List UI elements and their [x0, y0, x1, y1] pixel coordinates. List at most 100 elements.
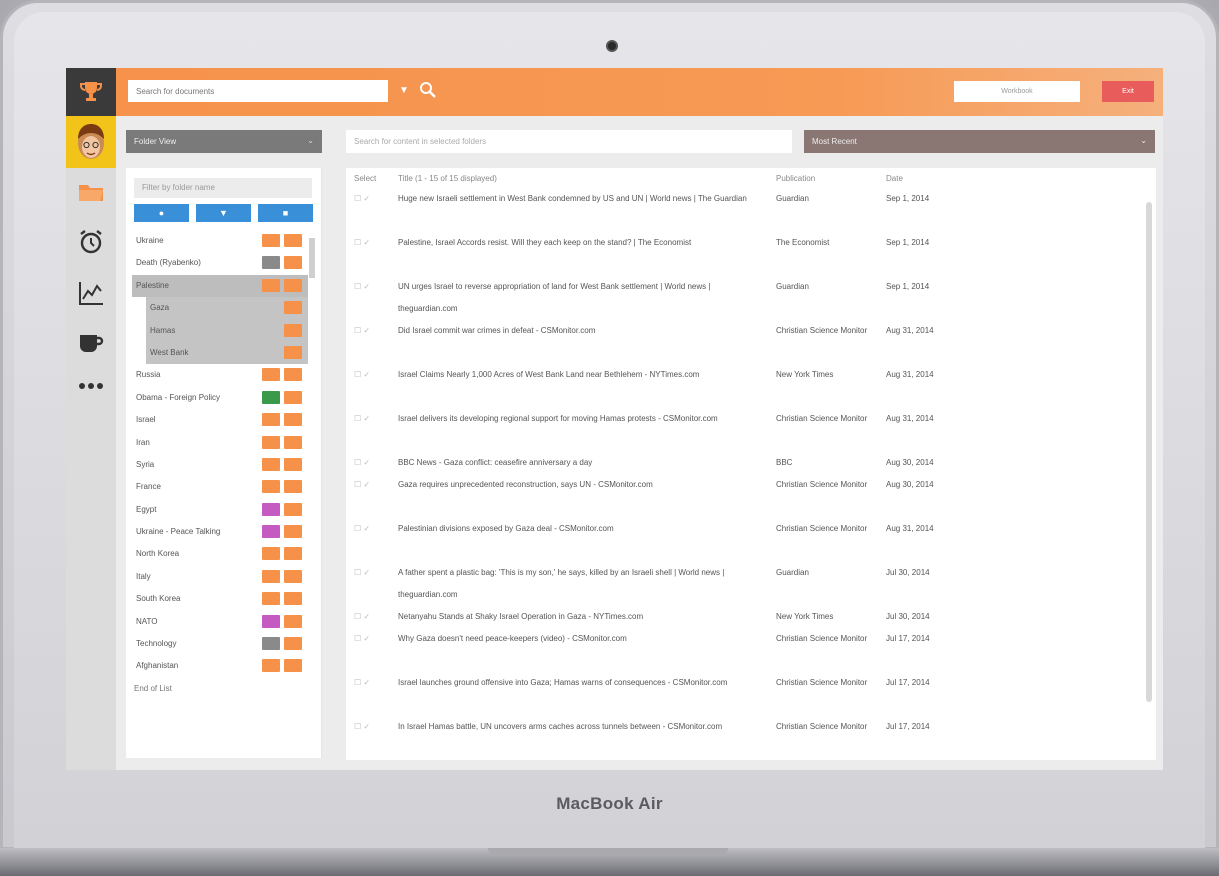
folder-item[interactable]: Egypt [132, 499, 308, 521]
row-select-checkbox[interactable]: ☐ ✓ [354, 188, 370, 210]
folder-item[interactable]: Obama - Foreign Policy [132, 387, 308, 409]
row-select-checkbox[interactable]: ☐ ✓ [354, 232, 370, 254]
table-row[interactable]: ☐ ✓ UN urges Israel to reverse appropriat… [346, 276, 1136, 320]
folder-tag-badge[interactable] [262, 614, 280, 628]
row-title[interactable]: Netanyahu Stands at Shaky Israel Operati… [398, 606, 770, 628]
table-row[interactable]: ☐ ✓ Israel launches ground offensive into… [346, 672, 1136, 716]
table-row[interactable]: ☐ ✓ BBC News - Gaza conflict: ceasefire a… [346, 452, 1136, 474]
folder-item[interactable]: Syria [132, 454, 308, 476]
row-title[interactable]: Israel launches ground offensive into Ga… [398, 672, 770, 694]
row-select-checkbox[interactable]: ☐ ✓ [354, 320, 370, 342]
folder-action-badge[interactable] [284, 659, 302, 673]
table-row[interactable]: ☐ ✓ Netanyahu Stands at Shaky Israel Oper… [346, 606, 1136, 628]
folder-action-badge[interactable] [284, 301, 302, 315]
folder-action-badge[interactable] [284, 569, 302, 583]
row-title[interactable]: BBC News - Gaza conflict: ceasefire anni… [398, 452, 770, 474]
folder-icon[interactable] [77, 178, 105, 206]
folder-item[interactable]: Afghanistan [132, 655, 308, 677]
folder-tag-badge[interactable] [262, 413, 280, 427]
row-select-checkbox[interactable]: ☐ ✓ [354, 408, 370, 430]
alarm-clock-icon[interactable] [77, 228, 105, 256]
document-scrollbar[interactable] [1144, 188, 1154, 748]
row-select-checkbox[interactable]: ☐ ✓ [354, 716, 370, 738]
folder-action-badge[interactable] [284, 234, 302, 247]
view-select[interactable]: Folder View ⌄ [126, 130, 322, 153]
row-select-checkbox[interactable]: ☐ ✓ [354, 452, 370, 474]
folder-item[interactable]: Israel [132, 409, 308, 431]
table-row[interactable]: ☐ ✓ Palestinian divisions exposed by Gaza… [346, 518, 1136, 562]
folder-item[interactable]: Ukraine - Peace Talking [132, 521, 308, 543]
folder-tag-badge[interactable] [262, 390, 280, 404]
folder-action-badge[interactable] [284, 547, 302, 561]
filter-folder-button[interactable]: ▼ [196, 204, 251, 222]
folder-tag-badge[interactable] [262, 659, 280, 673]
exit-button[interactable]: Exit [1102, 81, 1154, 102]
folder-action-badge[interactable] [284, 614, 302, 628]
folder-item[interactable]: Italy [132, 566, 308, 588]
row-title[interactable]: Israel Claims Nearly 1,000 Acres of West… [398, 364, 770, 386]
trophy-icon[interactable] [66, 68, 116, 116]
table-row[interactable]: ☐ ✓ Huge new Israeli settlement in West B… [346, 188, 1136, 232]
table-row[interactable]: ☐ ✓ A father spent a plastic bag: 'This i… [346, 562, 1136, 606]
column-title[interactable]: Title (1 - 15 of 15 displayed) [398, 174, 497, 183]
folder-item[interactable]: NATO [132, 611, 308, 633]
folder-filter-input[interactable]: Filter by folder name [134, 178, 312, 198]
row-title[interactable]: Why Gaza doesn't need peace-keepers (vid… [398, 628, 770, 650]
folder-action-badge[interactable] [284, 413, 302, 427]
row-select-checkbox[interactable]: ☐ ✓ [354, 364, 370, 386]
table-row[interactable]: ☐ ✓ Israel Claims Nearly 1,000 Acres of W… [346, 364, 1136, 408]
sort-select[interactable]: Most Recent ⌄ [804, 130, 1155, 153]
column-select[interactable]: Select [354, 174, 376, 183]
folder-item[interactable]: Iran [132, 432, 308, 454]
folder-action-badge[interactable] [284, 457, 302, 471]
folder-item[interactable]: South Korea [132, 588, 308, 610]
add-folder-button[interactable]: ● [134, 204, 189, 222]
row-title[interactable]: Gaza requires unprecedented reconstructi… [398, 474, 770, 496]
folder-action-badge[interactable] [284, 368, 302, 382]
folder-tag-badge[interactable] [262, 234, 280, 247]
row-title[interactable]: UN urges Israel to reverse appropriation… [398, 276, 770, 320]
folder-action-badge[interactable] [284, 637, 302, 651]
folder-tag-badge[interactable] [262, 569, 280, 583]
folder-action-badge[interactable] [284, 435, 302, 449]
folder-tag-badge[interactable] [262, 592, 280, 606]
folder-item[interactable]: Technology [132, 633, 308, 655]
folder-item[interactable]: Russia [132, 364, 308, 386]
row-select-checkbox[interactable]: ☐ ✓ [354, 518, 370, 540]
folder-action-badge[interactable] [284, 390, 302, 404]
folder-action-badge[interactable] [284, 502, 302, 516]
row-title[interactable]: A father spent a plastic bag: 'This is m… [398, 562, 770, 606]
coffee-icon[interactable] [77, 328, 105, 356]
more-icon[interactable] [77, 372, 105, 400]
delete-folder-button[interactable]: ■ [258, 204, 313, 222]
caret-down-icon[interactable]: ▼ [399, 85, 409, 96]
table-row[interactable]: ☐ ✓ Israel delivers its developing region… [346, 408, 1136, 452]
folder-tag-badge[interactable] [262, 637, 280, 651]
folder-item[interactable]: Hamas [146, 319, 308, 342]
row-title[interactable]: Palestine, Israel Accords resist. Will t… [398, 232, 770, 254]
content-search-input[interactable]: Search for content in selected folders [346, 130, 792, 153]
folder-action-badge[interactable] [284, 592, 302, 606]
folder-tag-badge[interactable] [262, 457, 280, 471]
table-row[interactable]: ☐ ✓ Gaza requires unprecedented reconstru… [346, 474, 1136, 518]
folder-item[interactable]: Gaza [146, 297, 308, 320]
line-chart-icon[interactable] [77, 279, 105, 307]
row-title[interactable]: Palestinian divisions exposed by Gaza de… [398, 518, 770, 540]
global-search-input[interactable] [128, 80, 388, 102]
folder-item[interactable]: Palestine [132, 274, 308, 298]
folder-action-badge[interactable] [284, 323, 302, 337]
row-title[interactable]: Israel delivers its developing regional … [398, 408, 770, 430]
folder-action-badge[interactable] [284, 525, 302, 539]
folder-action-badge[interactable] [284, 256, 302, 270]
folder-tag-badge[interactable] [262, 525, 280, 539]
row-select-checkbox[interactable]: ☐ ✓ [354, 672, 370, 694]
row-title[interactable]: Did Israel commit war crimes in defeat -… [398, 320, 770, 342]
column-date[interactable]: Date [886, 174, 903, 183]
folder-scrollbar[interactable] [308, 228, 316, 748]
row-select-checkbox[interactable]: ☐ ✓ [354, 474, 370, 496]
row-select-checkbox[interactable]: ☐ ✓ [354, 606, 370, 628]
folder-tag-badge[interactable] [262, 368, 280, 382]
table-row[interactable]: ☐ ✓ Why Gaza doesn't need peace-keepers (… [346, 628, 1136, 672]
folder-action-badge[interactable] [284, 480, 302, 494]
row-title[interactable]: Huge new Israeli settlement in West Bank… [398, 188, 770, 210]
